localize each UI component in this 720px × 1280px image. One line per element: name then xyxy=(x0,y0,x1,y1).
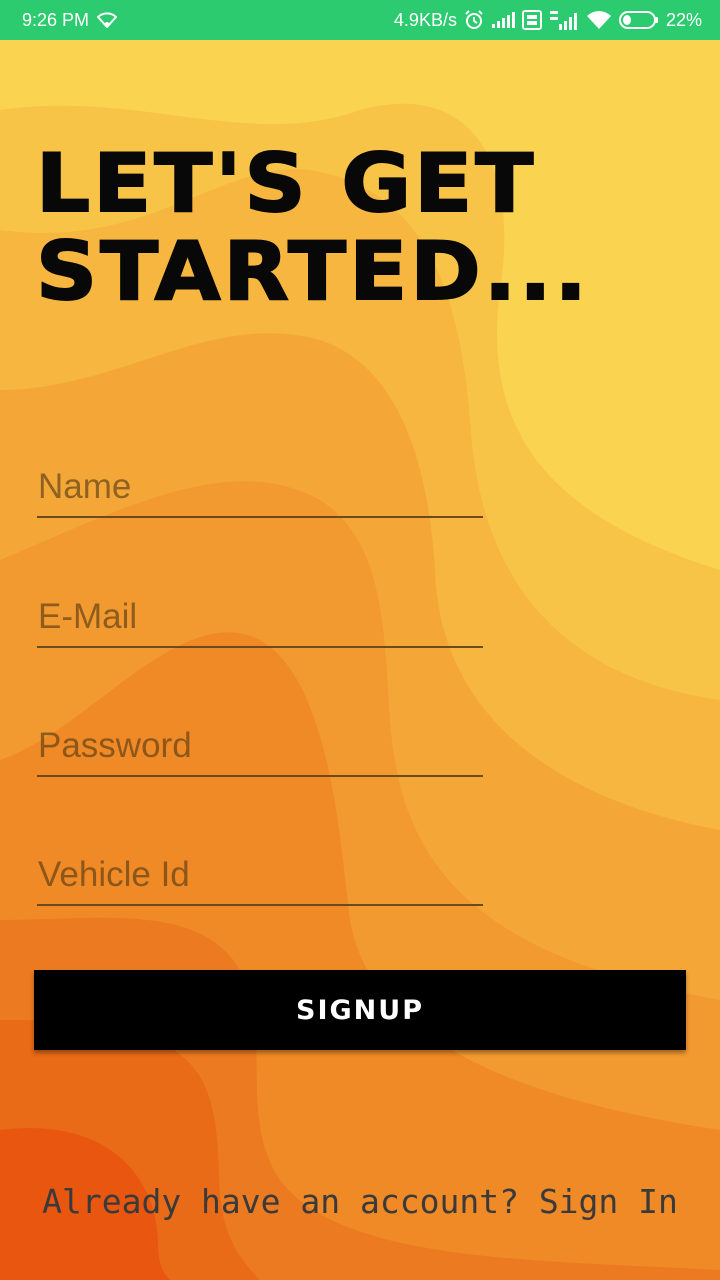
status-bar: 9:26 PM 4.9KB/s 22% xyxy=(0,0,720,40)
title-line-1: LET'S GET xyxy=(35,137,537,230)
signin-prompt-text: Already have an account? xyxy=(42,1182,539,1221)
network-speed: 4.9KB/s xyxy=(393,9,457,30)
wifi-icon xyxy=(97,12,118,28)
page-title: LET'S GET STARTED... xyxy=(35,139,588,317)
alarm-icon xyxy=(464,10,484,30)
email-field[interactable] xyxy=(37,596,483,648)
signal-icon xyxy=(491,12,515,28)
status-bar-right: 4.9KB/s 22% xyxy=(394,10,702,31)
lte-signal-icon xyxy=(549,10,579,30)
signin-link[interactable]: Sign In xyxy=(539,1182,678,1221)
status-bar-left: 9:26 PM xyxy=(22,9,118,31)
signup-screen: LET'S GET STARTED... SIGNUP Already have… xyxy=(0,40,720,1280)
signup-button[interactable]: SIGNUP xyxy=(34,970,686,1050)
title-line-2: STARTED... xyxy=(35,225,591,318)
password-field[interactable] xyxy=(37,725,483,777)
vehicle-id-field[interactable] xyxy=(37,854,483,906)
name-field[interactable] xyxy=(37,466,483,518)
status-time: 9:26 PM xyxy=(22,9,90,30)
battery-icon xyxy=(618,10,659,30)
signin-prompt: Already have an account? Sign In xyxy=(0,1182,720,1221)
wifi-icon xyxy=(586,10,612,30)
volte-icon xyxy=(521,10,542,30)
battery-percent: 22% xyxy=(665,9,702,30)
